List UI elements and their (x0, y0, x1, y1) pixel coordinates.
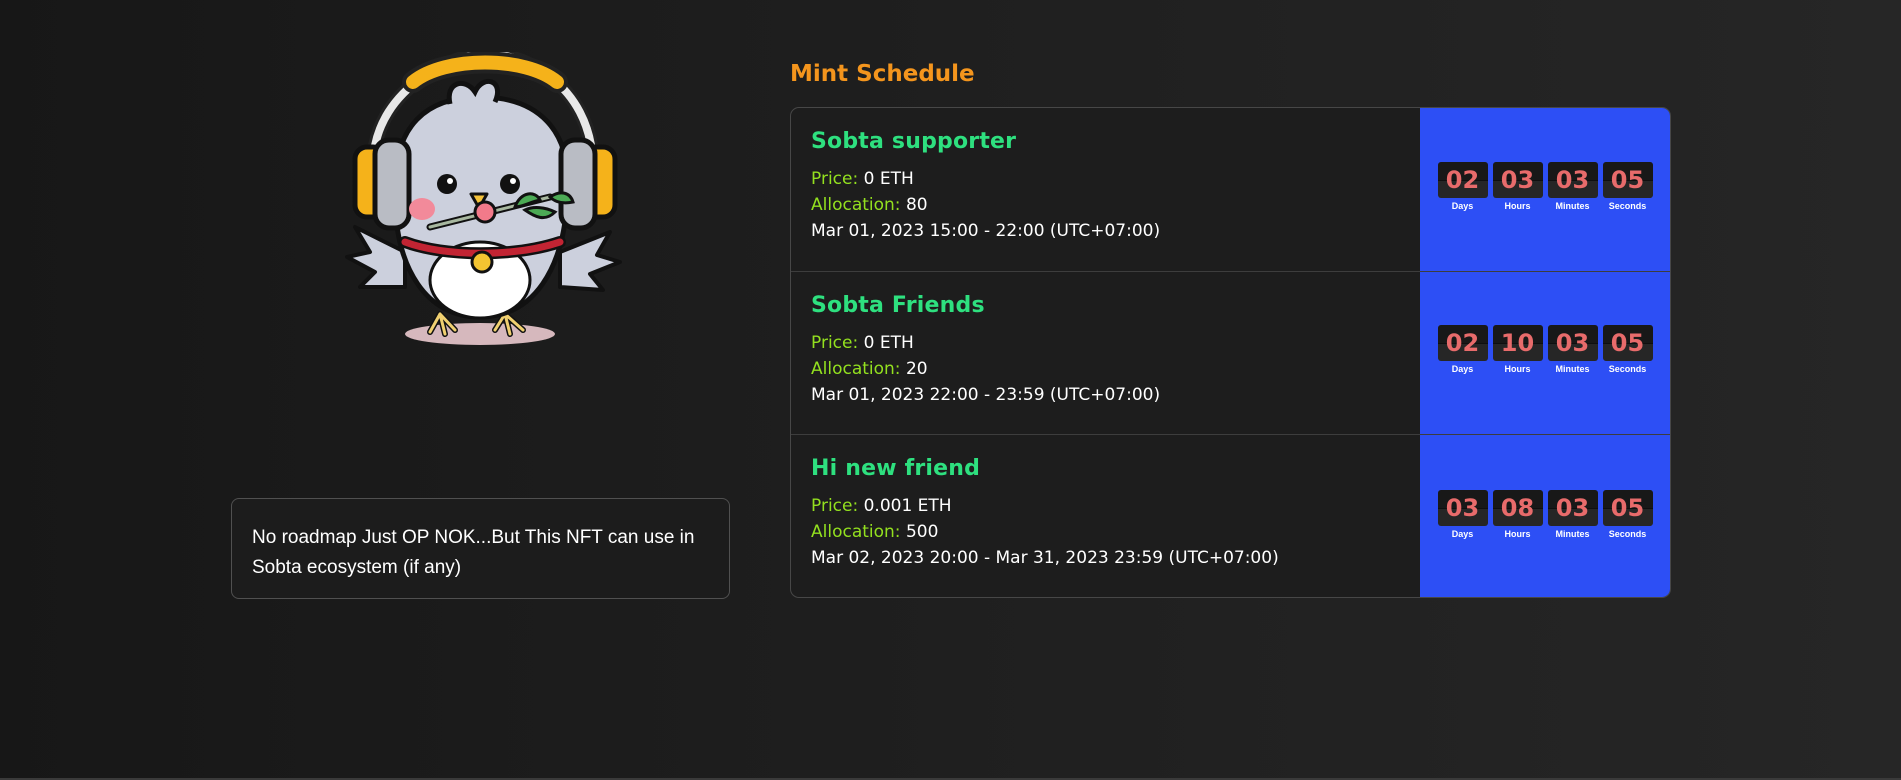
timer-hours-label: Hours (1504, 528, 1531, 539)
allocation-key: Allocation: (811, 522, 901, 542)
timer-digit-box: 03 (1547, 489, 1598, 526)
timer-days: 02 Days (1437, 325, 1488, 375)
mint-schedule-table: Sobta supporter Price: 0 ETH Allocation:… (790, 107, 1671, 598)
countdown-timer: 02 Days 10 Hours 03 Minutes 05 Seconds (1420, 271, 1670, 434)
phase-name: Sobta supporter (811, 129, 1017, 154)
phase-price: Price: 0 ETH (811, 166, 1400, 192)
phase-window: Mar 01, 2023 15:00 - 22:00 (UTC+07:00) (811, 221, 1161, 241)
countdown-timer: 02 Days 03 Hours 03 Minutes 05 Seconds (1420, 108, 1670, 271)
timer-minutes: 03 Minutes (1547, 489, 1598, 539)
description-card: No roadmap Just OP NOK...But This NFT ca… (231, 498, 730, 599)
timer-minutes-label: Minutes (1555, 200, 1590, 211)
price-key: Price: (811, 169, 859, 189)
timer-hours: 03 Hours (1492, 161, 1543, 211)
timer-digit-box: 08 (1492, 489, 1543, 526)
timer-hours-value: 10 (1500, 329, 1535, 358)
timer-digit-box: 05 (1602, 161, 1653, 198)
timer-minutes-value: 03 (1555, 493, 1590, 522)
timer-seconds-value: 05 (1610, 329, 1645, 358)
timer-hours-label: Hours (1504, 200, 1531, 211)
allocation-value: 80 (905, 195, 928, 215)
timer-digit-box: 03 (1492, 161, 1543, 198)
timer-digit-box: 03 (1437, 489, 1488, 526)
phase-name: Sobta Friends (811, 292, 985, 318)
timer-digit-box: 05 (1602, 489, 1653, 526)
timer-days: 03 Days (1437, 489, 1488, 539)
phase-allocation: Allocation: 20 (811, 356, 1400, 382)
timer-days-value: 03 (1445, 493, 1480, 522)
price-key: Price: (811, 496, 859, 516)
timer-days-value: 02 (1445, 329, 1480, 358)
phase-window: Mar 02, 2023 20:00 - Mar 31, 2023 23:59 … (811, 548, 1279, 568)
timer-hours: 10 Hours (1492, 325, 1543, 375)
phase-row-sobta-friends: Sobta Friends Price: 0 ETH Allocation: 2… (791, 271, 1670, 435)
phase-price: Price: 0 ETH (811, 330, 1400, 356)
timer-days-label: Days (1451, 364, 1474, 375)
timer-minutes-value: 03 (1555, 165, 1590, 194)
timer-digit-box: 02 (1437, 325, 1488, 362)
phase-window: Mar 01, 2023 22:00 - 23:59 (UTC+07:00) (811, 384, 1161, 405)
timer-days-label: Days (1451, 200, 1474, 211)
price-key: Price: (811, 332, 859, 353)
timer-days: 02 Days (1437, 161, 1488, 211)
timer-seconds: 05 Seconds (1602, 489, 1653, 539)
timer-seconds: 05 Seconds (1602, 325, 1653, 375)
price-value: 0 ETH (863, 169, 914, 189)
timer-minutes-value: 03 (1555, 329, 1590, 358)
timer-seconds-label: Seconds (1608, 364, 1647, 375)
allocation-value: 500 (905, 522, 939, 542)
timer-hours-value: 08 (1500, 493, 1535, 522)
phase-price: Price: 0.001 ETH (811, 493, 1400, 519)
phase-info: Sobta Friends Price: 0 ETH Allocation: 2… (791, 272, 1420, 435)
phase-info: Hi new friend Price: 0.001 ETH Allocatio… (791, 435, 1420, 597)
allocation-key: Allocation: (811, 358, 901, 379)
timer-digit-box: 05 (1602, 325, 1653, 362)
timer-hours-value: 03 (1500, 165, 1535, 194)
allocation-value: 20 (905, 358, 928, 379)
phase-allocation: Allocation: 80 (811, 192, 1400, 218)
page: No roadmap Just OP NOK...But This NFT ca… (0, 0, 1901, 780)
timer-seconds: 05 Seconds (1602, 161, 1653, 211)
timer-minutes: 03 Minutes (1547, 161, 1598, 211)
timer-digit-box: 03 (1547, 161, 1598, 198)
timer-digit-box: 03 (1547, 325, 1598, 362)
timer-hours: 08 Hours (1492, 489, 1543, 539)
description-text: No roadmap Just OP NOK...But This NFT ca… (252, 527, 695, 578)
phase-row-hi-new-friend: Hi new friend Price: 0.001 ETH Allocatio… (791, 435, 1670, 597)
timer-digit-box: 02 (1437, 161, 1488, 198)
timer-hours-label: Hours (1504, 364, 1531, 375)
price-value: 0 ETH (863, 332, 914, 353)
timer-digit-box: 10 (1492, 325, 1543, 362)
allocation-key: Allocation: (811, 195, 901, 215)
timer-seconds-label: Seconds (1608, 528, 1647, 539)
timer-days-value: 02 (1445, 165, 1480, 194)
timer-seconds-value: 05 (1610, 165, 1645, 194)
phase-name: Hi new friend (811, 456, 981, 481)
phase-info: Sobta supporter Price: 0 ETH Allocation:… (791, 108, 1420, 271)
price-value: 0.001 ETH (863, 496, 952, 516)
timer-days-label: Days (1451, 528, 1474, 539)
mascot-bird-image (345, 52, 622, 345)
timer-seconds-value: 05 (1610, 493, 1645, 522)
mint-schedule-title: Mint Schedule (790, 61, 975, 87)
phase-allocation: Allocation: 500 (811, 519, 1400, 545)
countdown-timer: 03 Days 08 Hours 03 Minutes 05 Seconds (1420, 435, 1670, 597)
timer-seconds-label: Seconds (1608, 200, 1647, 211)
timer-minutes-label: Minutes (1555, 364, 1590, 375)
phase-row-sobta-supporter: Sobta supporter Price: 0 ETH Allocation:… (791, 108, 1670, 272)
timer-minutes: 03 Minutes (1547, 325, 1598, 375)
timer-minutes-label: Minutes (1555, 528, 1590, 539)
